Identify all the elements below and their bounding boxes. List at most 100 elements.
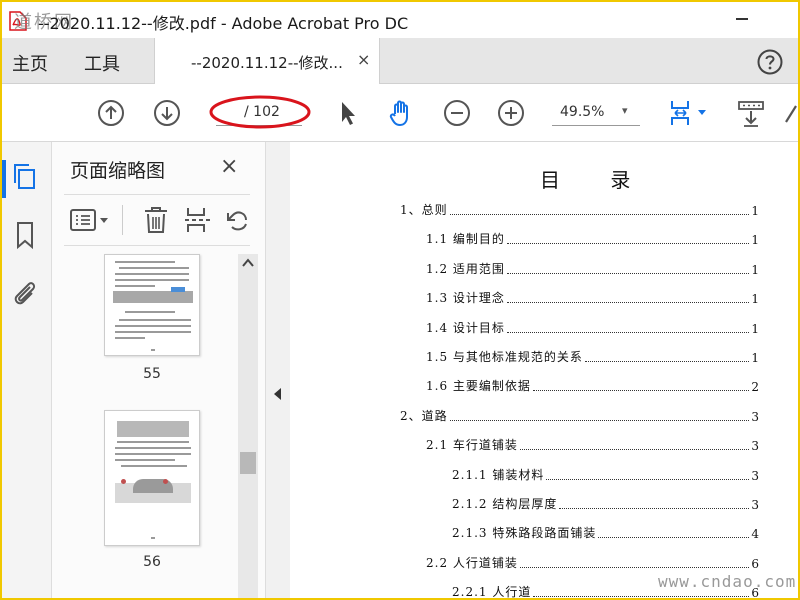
thumbnail-scrollbar[interactable]	[238, 254, 258, 598]
navigation-rail	[2, 142, 52, 598]
split-page-icon[interactable]	[182, 205, 214, 235]
toc-entry-label: 2.1 车行道铺装	[426, 438, 518, 453]
thumb-text-line	[115, 459, 175, 461]
toc-entry-page: 2	[751, 380, 760, 395]
next-page-icon[interactable]	[152, 98, 182, 128]
toc-entry[interactable]: 1.6 主要编制依据 2	[426, 376, 760, 394]
scrollbar-thumb[interactable]	[240, 452, 256, 474]
bookmarks-icon[interactable]	[10, 220, 40, 250]
thumb-page-mark	[151, 537, 155, 539]
toc-entry-page: 1	[751, 262, 760, 277]
toc-leader-dots	[532, 390, 750, 392]
collapse-panel-icon[interactable]	[274, 388, 281, 400]
document-page: 目 录 1、总则 1 1.1 编制目的 1 1.2 适用范围 1 1.3 设计理念 1 1.4 …	[290, 142, 798, 598]
tab-home[interactable]: 主页	[12, 50, 48, 76]
page-thumbnails-icon[interactable]	[10, 162, 40, 192]
close-panel-button[interactable]: ×	[220, 154, 238, 179]
toc-entry[interactable]: 2.1 车行道铺装 3	[426, 435, 760, 453]
toc-entry-page: 3	[751, 409, 760, 424]
thumb-page-mark	[151, 349, 155, 351]
options-menu-icon[interactable]	[68, 205, 112, 235]
thumbnail-page-number: 56	[143, 554, 161, 570]
toc-entry[interactable]: 1.2 适用范围 1	[426, 259, 760, 277]
toc-leader-dots	[584, 361, 750, 362]
fit-page-icon[interactable]	[666, 98, 712, 128]
document-tab-label: --2020.11.12--修改...	[191, 54, 343, 72]
thumb-figure-mark	[121, 479, 126, 484]
toc-entry[interactable]: 1.4 设计目标 1	[426, 318, 760, 336]
prev-page-icon[interactable]	[96, 98, 126, 128]
toc-leader-dots	[506, 272, 750, 274]
toc-entry-page: 1	[751, 292, 760, 307]
page-thumbnail[interactable]	[104, 254, 200, 356]
toc-entry-label: 1.5 与其他标准规范的关系	[426, 350, 583, 364]
zoom-out-icon[interactable]	[442, 98, 472, 128]
attachments-icon[interactable]	[10, 278, 40, 308]
toc-entry[interactable]: 1.3 设计理念 1	[426, 288, 760, 306]
thumb-text-line	[115, 279, 189, 281]
title-bar: 道桥网 --2020.11.12--修改.pdf - Adobe Acrobat…	[2, 2, 798, 38]
zoom-in-icon[interactable]	[496, 98, 526, 128]
toc-entry-label: 2.2 人行道铺装	[426, 555, 518, 570]
help-icon[interactable]	[756, 48, 784, 76]
thumb-text-line	[115, 331, 191, 333]
thumb-figure	[117, 421, 189, 437]
toc-entry-label: 1.3 设计理念	[426, 291, 505, 306]
panel-title: 页面缩略图	[70, 160, 166, 182]
panel-splitter[interactable]	[266, 142, 290, 598]
toc-leader-dots	[559, 508, 750, 509]
toc-entry-label: 1.2 适用范围	[426, 261, 505, 276]
toc-leader-dots	[449, 419, 750, 421]
thumb-figure-mark	[171, 287, 185, 292]
page-thumbnail[interactable]	[104, 410, 200, 546]
toc-entry[interactable]: 1.1 编制目的 1	[426, 229, 760, 247]
toc-entry-page: 1	[751, 204, 760, 218]
toc-entry-page: 1	[751, 321, 760, 336]
toc-entry-label: 1.6 主要编制依据	[426, 379, 531, 394]
rotate-icon[interactable]	[224, 205, 250, 235]
toc-entry[interactable]: 2、道路 3	[400, 406, 760, 424]
thumbnails-panel: 页面缩略图 × 55 56	[52, 142, 266, 598]
trash-icon[interactable]	[140, 205, 172, 235]
toc-entry-label: 2.1.2 结构层厚度	[452, 497, 558, 511]
toc-leader-dots	[519, 449, 750, 451]
tab-document[interactable]: --2020.11.12--修改... ×	[154, 38, 380, 84]
toc-entry-label: 1、总则	[400, 203, 448, 217]
tab-bar: 主页 工具 --2020.11.12--修改... ×	[2, 38, 798, 84]
toc-entry[interactable]: 2.2 人行道铺装 6	[426, 553, 760, 571]
toc-leader-dots	[506, 331, 750, 333]
toc-entry-label: 2.2.1 人行道	[452, 585, 532, 598]
toolbar-divider	[122, 205, 123, 235]
close-tab-button[interactable]: ×	[357, 50, 370, 69]
chevron-down-icon: ▾	[622, 104, 628, 117]
thumb-figure-mark	[163, 479, 168, 484]
toc-leader-dots	[546, 478, 750, 480]
toc-entry-page: 4	[751, 527, 760, 542]
thumb-text-line	[115, 447, 191, 449]
scroll-up-icon[interactable]	[242, 258, 254, 268]
thumb-text-line	[119, 267, 189, 269]
scroll-mode-icon[interactable]	[736, 98, 766, 128]
toc-entry-page: 6	[751, 556, 760, 571]
toc-leader-dots	[449, 214, 750, 215]
toc-entry[interactable]: 2.1.3 特殊路段路面铺装 4	[452, 523, 760, 541]
thumb-text-line	[125, 311, 175, 313]
toc-entry[interactable]: 2.1.1 铺装材料 3	[452, 465, 760, 483]
minimize-icon[interactable]	[736, 18, 748, 20]
toc-entry-label: 2.1.3 特殊路段路面铺装	[452, 526, 597, 541]
sign-icon[interactable]	[784, 98, 798, 128]
select-cursor-icon[interactable]	[332, 98, 362, 128]
toc-entry[interactable]: 1、总则 1	[400, 200, 760, 218]
toc-entry-page: 1	[751, 351, 760, 365]
toc-leader-dots	[533, 596, 750, 598]
thumb-text-line	[121, 465, 187, 467]
thumb-text-line	[117, 441, 189, 443]
hand-icon[interactable]	[386, 98, 416, 128]
toc-entry[interactable]: 2.1.2 结构层厚度 3	[452, 494, 760, 512]
tab-tools[interactable]: 工具	[84, 50, 120, 76]
toc-entry[interactable]: 1.5 与其他标准规范的关系 1	[426, 347, 760, 365]
toc-leader-dots	[506, 302, 750, 304]
zoom-level-dropdown[interactable]: 49.5% ▾	[552, 100, 640, 126]
active-indicator	[2, 160, 6, 198]
thumb-figure	[113, 291, 193, 303]
